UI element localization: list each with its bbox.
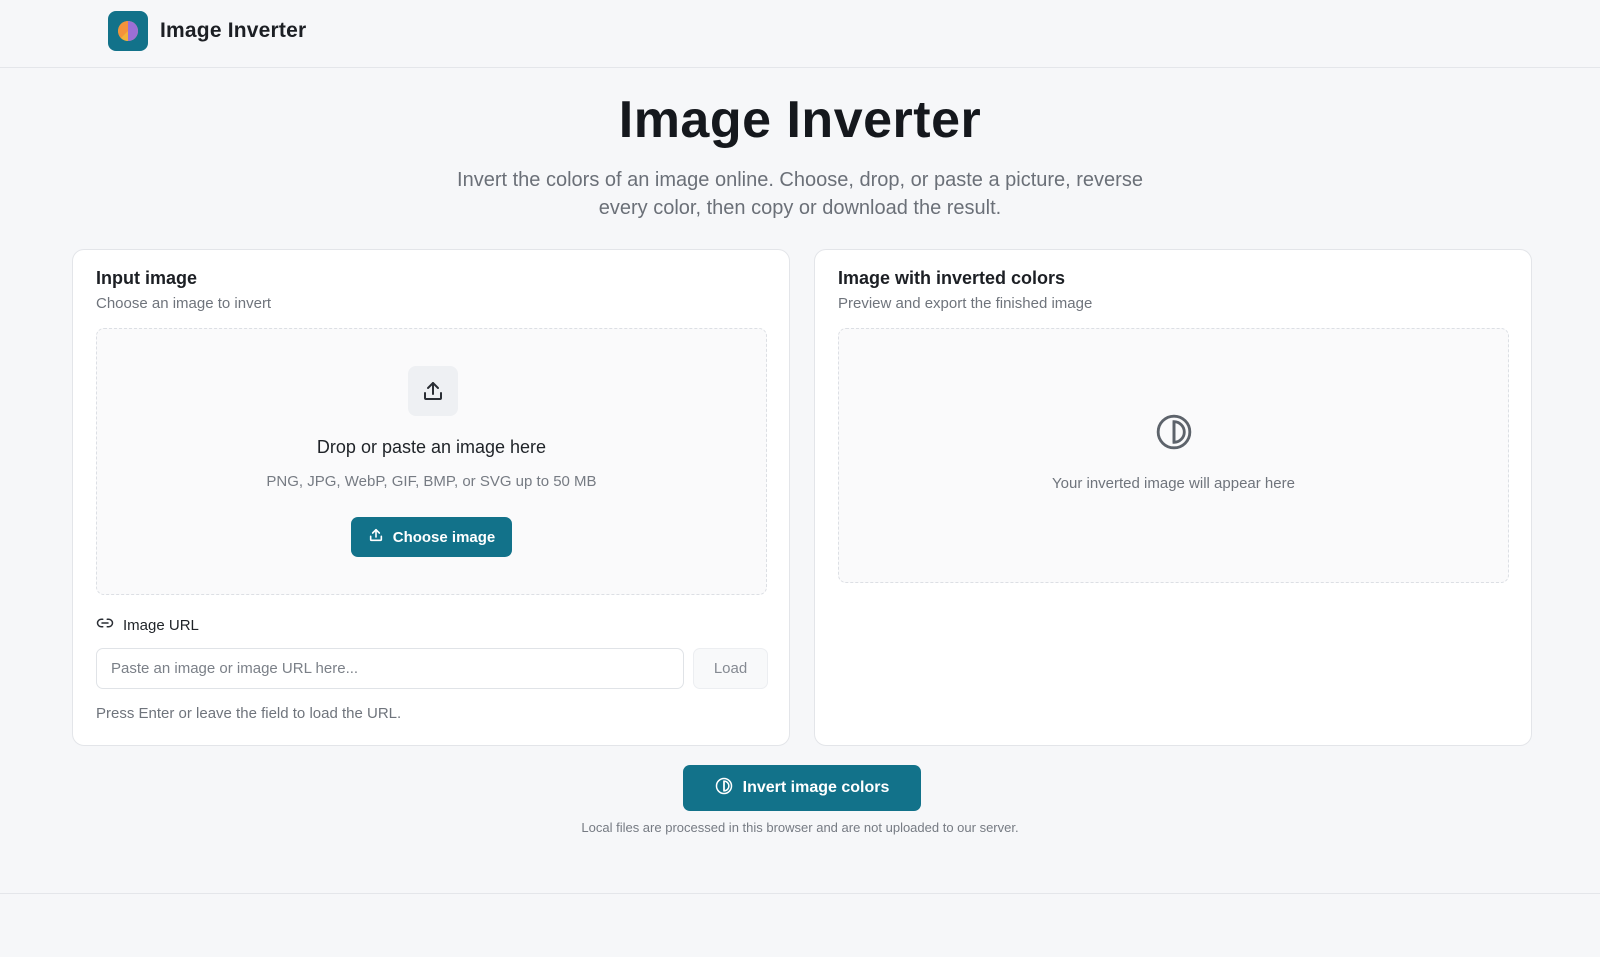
invert-icon bbox=[1155, 413, 1193, 456]
input-card-title: Input image bbox=[96, 268, 198, 288]
dropzone-hint: PNG, JPG, WebP, GIF, BMP, or SVG up to 5… bbox=[266, 473, 597, 490]
image-url-input[interactable] bbox=[96, 648, 684, 689]
inverted-image-preview: Your inverted image will appear here bbox=[838, 328, 1509, 583]
link-icon bbox=[96, 614, 114, 637]
upload-icon bbox=[368, 527, 384, 547]
output-card-title: Image with inverted colors bbox=[838, 268, 1066, 288]
load-url-button[interactable]: Load bbox=[693, 648, 768, 689]
footer-divider bbox=[0, 893, 1600, 894]
invert-image-colors-button[interactable]: Invert image colors bbox=[683, 765, 921, 811]
choose-image-button[interactable]: Choose image bbox=[351, 517, 512, 557]
brand[interactable]: Image Inverter bbox=[108, 11, 306, 51]
invert-icon bbox=[715, 777, 733, 800]
image-dropzone[interactable]: Drop or paste an image here PNG, JPG, We… bbox=[96, 328, 767, 595]
preview-placeholder-text: Your inverted image will appear here bbox=[1052, 475, 1295, 492]
image-url-label: Image URL bbox=[123, 617, 199, 634]
top-bar: Image Inverter bbox=[0, 0, 1600, 68]
page-subtitle: Invert the colors of an image online. Ch… bbox=[457, 169, 1143, 219]
invert-image-colors-label: Invert image colors bbox=[742, 779, 890, 796]
image-url-hint: Press Enter or leave the field to load t… bbox=[96, 705, 402, 722]
output-card-subtitle: Preview and export the finished image bbox=[838, 295, 1093, 312]
half-circle-logo-icon bbox=[108, 11, 148, 51]
brand-name: Image Inverter bbox=[160, 19, 307, 42]
input-card: Input image Choose an image to invert Dr… bbox=[72, 249, 790, 746]
upload-icon bbox=[408, 366, 458, 416]
choose-image-label: Choose image bbox=[392, 528, 496, 546]
input-card-subtitle: Choose an image to invert bbox=[96, 295, 272, 312]
page-title: Image Inverter bbox=[618, 91, 982, 149]
image-url-label-row: Image URL bbox=[96, 614, 199, 637]
dropzone-title: Drop or paste an image here bbox=[316, 437, 547, 457]
privacy-footnote: Local files are processed in this browse… bbox=[581, 820, 1019, 835]
output-card: Image with inverted colors Preview and e… bbox=[814, 249, 1532, 746]
